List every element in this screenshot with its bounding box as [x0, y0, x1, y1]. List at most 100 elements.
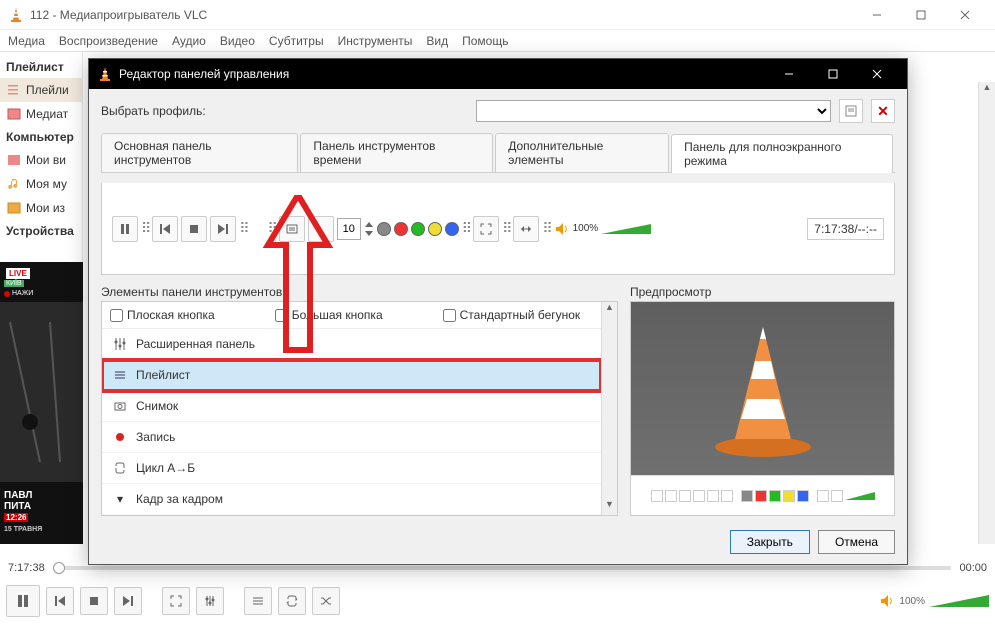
mini-btn — [721, 490, 733, 502]
tab-main-toolbar[interactable]: Основная панель инструментов — [101, 133, 298, 172]
seek-knob[interactable] — [53, 562, 65, 574]
tb-blank-button[interactable] — [308, 216, 334, 242]
menu-video[interactable]: Видео — [220, 34, 255, 48]
prev-icon — [54, 595, 66, 607]
speaker-icon[interactable] — [554, 221, 570, 237]
element-item-snapshot[interactable]: Снимок — [102, 391, 601, 422]
check-flat-input[interactable] — [110, 309, 123, 322]
check-native-input[interactable] — [443, 309, 456, 322]
scroll-down-icon[interactable]: ▼ — [602, 499, 617, 515]
scroll-up-icon[interactable]: ▲ — [979, 82, 995, 98]
chevron-down-icon: ▾ — [112, 491, 128, 507]
tab-fullscreen[interactable]: Панель для полноэкранного режима — [671, 134, 893, 173]
time-total[interactable]: 00:00 — [959, 562, 987, 574]
menu-subtitles[interactable]: Субтитры — [269, 34, 324, 48]
new-profile-button[interactable] — [839, 99, 863, 123]
volume-triangle-icon[interactable] — [601, 222, 651, 236]
sidebar-item-videos[interactable]: Мои ви — [0, 148, 82, 172]
pause-icon — [119, 223, 131, 235]
close-button[interactable] — [943, 0, 987, 30]
menu-help[interactable]: Помощь — [462, 34, 508, 48]
check-big[interactable]: Большая кнопка — [275, 308, 383, 322]
tb-fullscreen-button[interactable] — [473, 216, 499, 242]
dot-blue-button[interactable] — [445, 222, 459, 236]
element-item-advanced[interactable]: Расширенная панель — [102, 329, 601, 360]
time-elapsed[interactable]: 7:17:38 — [8, 562, 45, 574]
elements-scrollbar[interactable]: ▲ ▼ — [601, 302, 617, 515]
check-native[interactable]: Стандартный бегунок — [443, 308, 581, 322]
element-item-abloop[interactable]: Цикл А→Б — [102, 453, 601, 484]
tab-time-toolbar[interactable]: Панель инструментов времени — [300, 133, 493, 172]
toolbar-preview-strip[interactable]: ⠿ ⠿ ⠿ ⠿ ⠿ ⠿ 100% 7:17:38/--:-- — [101, 183, 895, 275]
teletext-icon — [286, 223, 298, 235]
playlist-button[interactable] — [244, 587, 272, 615]
sidebar-item-music[interactable]: Моя му — [0, 172, 82, 196]
check-flat[interactable]: Плоская кнопка — [110, 308, 215, 322]
grip-icon[interactable]: ⠿ — [239, 220, 247, 237]
tb-next-button[interactable] — [210, 216, 236, 242]
element-item-record[interactable]: Запись — [102, 422, 601, 453]
grip-icon[interactable]: ⠿ — [141, 220, 149, 237]
grip-icon[interactable]: ⠿ — [542, 220, 550, 237]
tab-advanced[interactable]: Дополнительные элементы — [495, 133, 669, 172]
sidebar-item-label: Медиат — [26, 107, 68, 121]
library-icon — [6, 106, 22, 122]
tb-time-display[interactable]: 7:17:38/--:-- — [807, 218, 884, 240]
menu-media[interactable]: Медиа — [8, 34, 45, 48]
minimize-button[interactable] — [855, 0, 899, 30]
tb-prev-button[interactable] — [152, 216, 178, 242]
check-big-input[interactable] — [275, 309, 288, 322]
fullscreen-icon — [480, 223, 492, 235]
sidebar-item-media-library[interactable]: Медиат — [0, 102, 82, 126]
close-dialog-button[interactable]: Закрыть — [730, 530, 810, 554]
element-label: Плейлист — [136, 368, 190, 382]
elements-list[interactable]: Расширенная панель Плейлист Снимок — [102, 329, 601, 515]
profile-select[interactable] — [476, 100, 831, 122]
dialog-maximize-button[interactable] — [811, 59, 855, 89]
element-item-frame[interactable]: ▾ Кадр за кадром — [102, 484, 601, 515]
menu-tools[interactable]: Инструменты — [338, 34, 413, 48]
dot-yellow-button[interactable] — [428, 222, 442, 236]
tb-pause-button[interactable] — [112, 216, 138, 242]
grip-icon[interactable]: ⠿ — [502, 220, 510, 237]
delete-profile-button[interactable]: ✕ — [871, 99, 895, 123]
tb-stop-button[interactable] — [181, 216, 207, 242]
menu-playback[interactable]: Воспроизведение — [59, 34, 158, 48]
grip-icon[interactable]: ⠿ — [268, 220, 276, 237]
maximize-button[interactable] — [899, 0, 943, 30]
tb-page-spin[interactable] — [337, 218, 361, 240]
volume-slider[interactable] — [929, 593, 989, 609]
cancel-dialog-button[interactable]: Отмена — [818, 530, 895, 554]
next-button[interactable] — [114, 587, 142, 615]
dialog-minimize-button[interactable] — [767, 59, 811, 89]
scroll-up-icon[interactable]: ▲ — [602, 302, 617, 318]
spinner-arrows-icon[interactable] — [364, 219, 374, 239]
loop-button[interactable] — [278, 587, 306, 615]
fullscreen-button[interactable] — [162, 587, 190, 615]
mini-volume-icon — [845, 491, 875, 501]
dot-green-button[interactable] — [411, 222, 425, 236]
element-item-playlist[interactable]: Плейлист — [102, 360, 601, 391]
dot-red-button[interactable] — [394, 222, 408, 236]
pause-button[interactable] — [6, 585, 40, 617]
stop-button[interactable] — [80, 587, 108, 615]
dialog-close-button[interactable] — [855, 59, 899, 89]
shuffle-button[interactable] — [312, 587, 340, 615]
tb-expand-button[interactable] — [513, 216, 539, 242]
sidebar-item-playlist[interactable]: Плейли — [0, 78, 82, 102]
menu-view[interactable]: Вид — [426, 34, 448, 48]
sidebar-header-devices: Устройства — [0, 220, 82, 242]
ext-settings-button[interactable] — [196, 587, 224, 615]
sliders-icon — [204, 595, 216, 607]
menu-audio[interactable]: Аудио — [172, 34, 206, 48]
element-label: Кадр за кадром — [136, 492, 223, 506]
grip-icon[interactable]: ⠿ — [462, 220, 470, 237]
prev-button[interactable] — [46, 587, 74, 615]
tb-telex-button[interactable] — [279, 216, 305, 242]
seek-track[interactable] — [53, 566, 952, 570]
sidebar-item-pictures[interactable]: Мои из — [0, 196, 82, 220]
content-scrollbar[interactable]: ▲ — [978, 82, 995, 544]
preview-panel: Предпросмотр — [630, 285, 895, 516]
dot-gray-button[interactable] — [377, 222, 391, 236]
volume-control[interactable]: 100% — [879, 593, 989, 609]
